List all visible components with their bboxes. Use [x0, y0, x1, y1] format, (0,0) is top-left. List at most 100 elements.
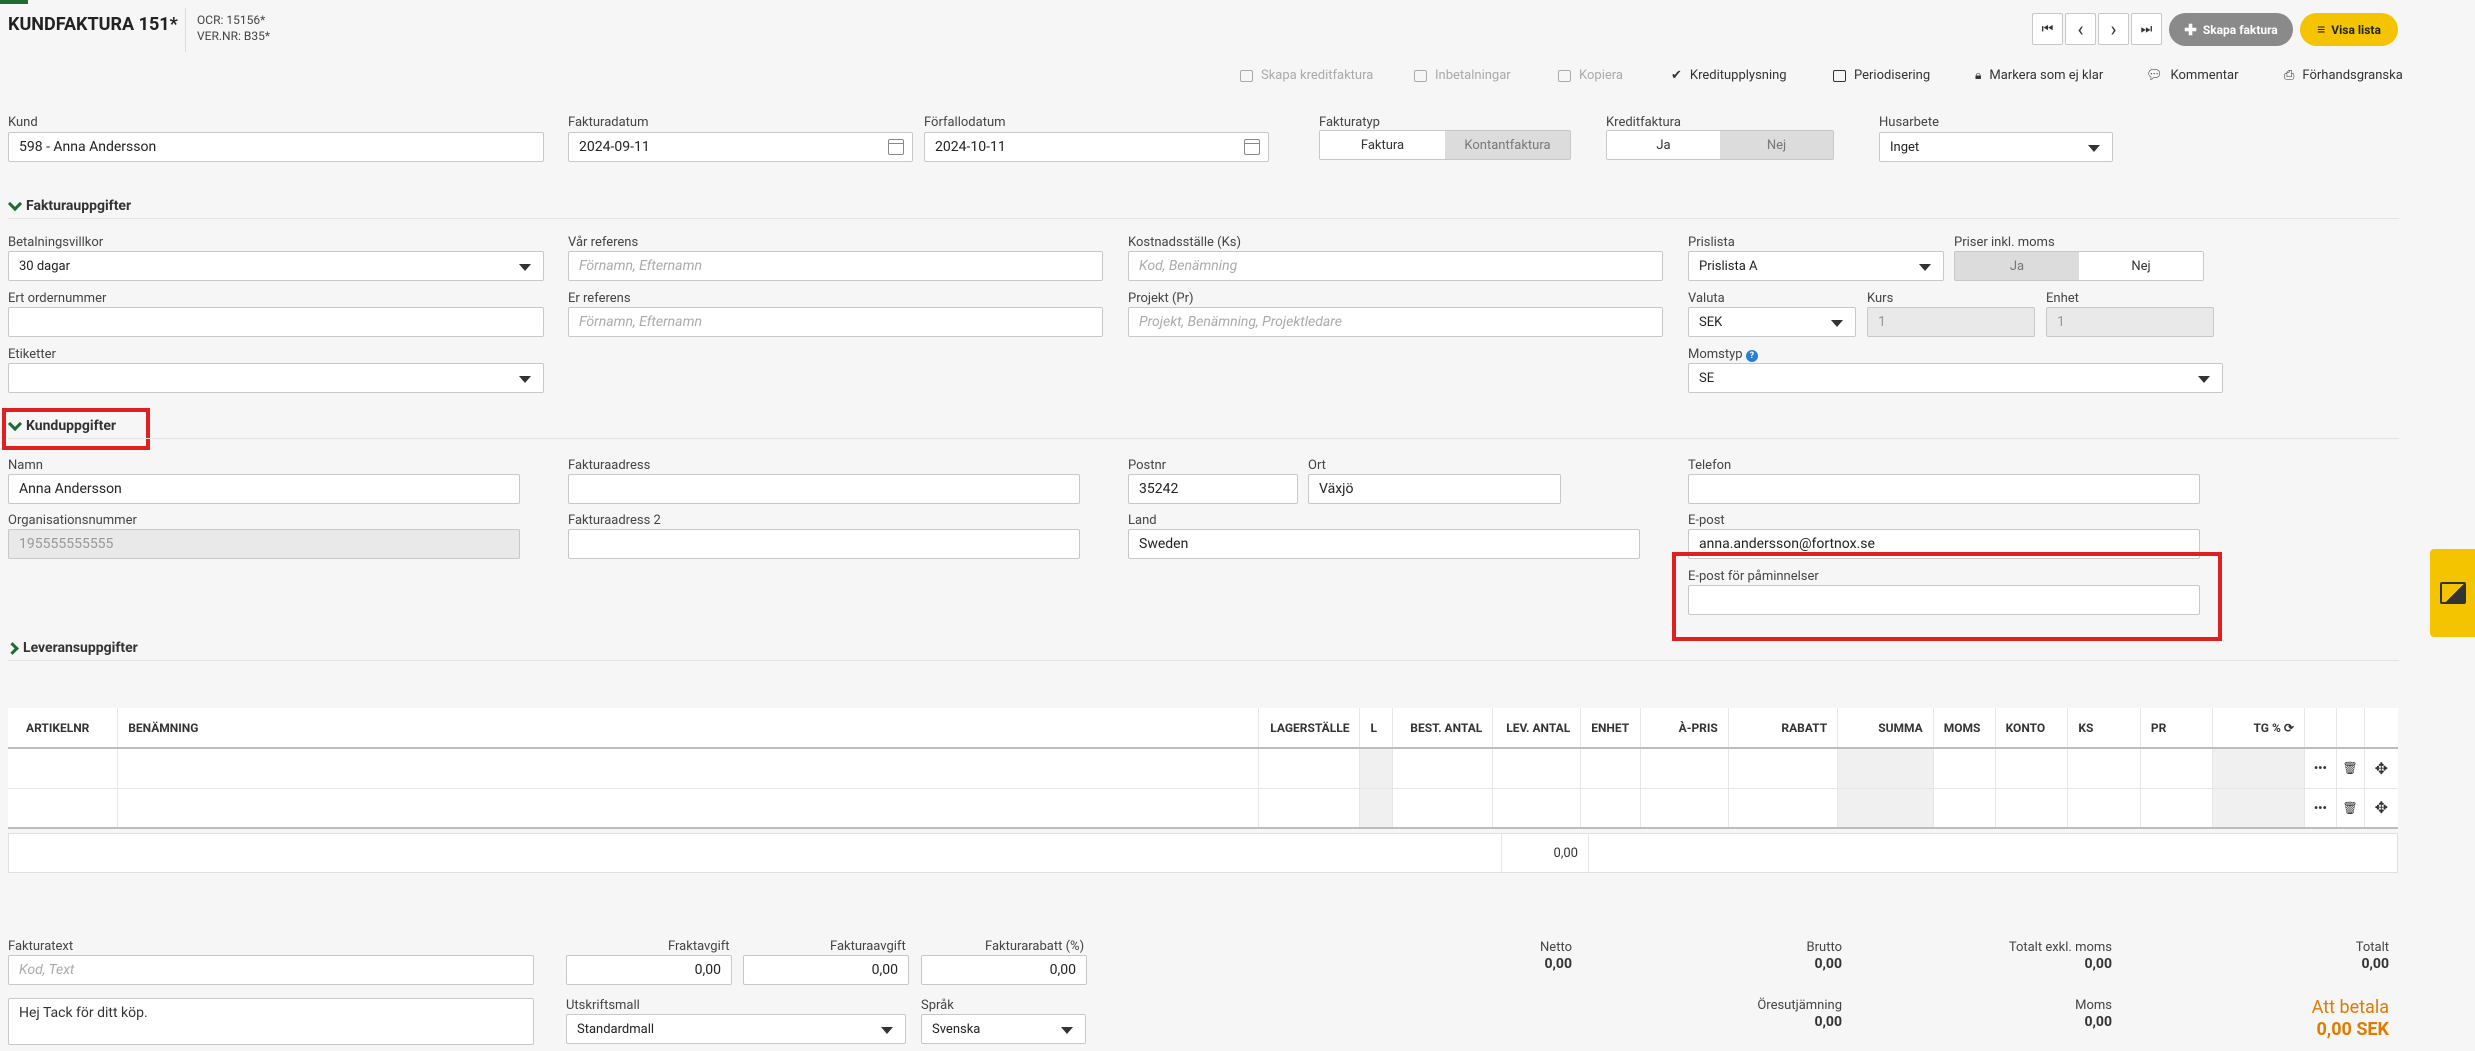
copy-action[interactable]: Kopiera	[1558, 68, 1623, 83]
payments-action[interactable]: Inbetalningar	[1414, 68, 1511, 83]
forfallodatum-input[interactable]: 2024-10-11	[924, 132, 1269, 162]
namn-input[interactable]: Anna Andersson	[8, 474, 520, 504]
kostnadsstalle-input[interactable]: Kod, Benämning	[1128, 251, 1663, 281]
cell[interactable]	[2067, 788, 2141, 829]
kund-input[interactable]: 598 - Anna Andersson	[8, 132, 544, 162]
mark-unready-action[interactable]: 🔒︎ Markera som ej klar	[1975, 68, 2103, 83]
cell[interactable]	[1728, 748, 1839, 789]
move-icon[interactable]: ✥	[2375, 759, 2388, 778]
col-best-antal[interactable]: BEST. ANTAL	[1392, 708, 1494, 749]
move-icon[interactable]: ✥	[2375, 798, 2388, 817]
prislista-select[interactable]: Prislista A	[1688, 251, 1944, 281]
cell[interactable]	[1933, 788, 1996, 829]
col-artikelnr[interactable]: ARTIKELNR	[8, 708, 119, 749]
col-l[interactable]: L	[1359, 708, 1394, 749]
cell[interactable]	[1492, 788, 1582, 829]
cell[interactable]	[1640, 748, 1729, 789]
telefon-input[interactable]	[1688, 474, 2200, 504]
col-konto[interactable]: KONTO	[1995, 708, 2069, 749]
cell[interactable]	[1258, 788, 1361, 829]
col-a-pris[interactable]: À-PRIS	[1640, 708, 1729, 749]
col-benamning[interactable]: BENÄMNING	[117, 708, 1259, 749]
row-menu-cell[interactable]: •••	[2304, 748, 2337, 789]
refresh-icon[interactable]: ⟳	[2284, 721, 2294, 735]
er-referens-input[interactable]: Förnamn, Efternamn	[568, 307, 1103, 337]
priser-inkl-moms-toggle[interactable]: Ja Nej	[1954, 251, 2204, 281]
table-row[interactable]: ••• 🗑︎ ✥	[8, 748, 2398, 789]
periodize-action[interactable]: Periodisering	[1833, 68, 1930, 83]
betalningsvillkor-select[interactable]: 30 dagar	[8, 251, 544, 281]
row-menu-cell[interactable]: •••	[2304, 788, 2337, 829]
momstyp-select[interactable]: SE	[1688, 363, 2223, 393]
cell[interactable]	[1392, 788, 1494, 829]
col-rabatt[interactable]: RABATT	[1728, 708, 1839, 749]
cell[interactable]	[2067, 748, 2141, 789]
fakturauppgifter-section-toggle[interactable]: Fakturauppgifter	[7, 196, 131, 214]
row-delete-cell[interactable]: 🗑︎	[2336, 748, 2365, 789]
leveransuppgifter-section-toggle[interactable]: Leveransuppgifter	[6, 640, 138, 656]
kreditfaktura-ja[interactable]: Ja	[1607, 131, 1720, 159]
table-row[interactable]: ••• 🗑︎ ✥	[8, 788, 2398, 829]
var-referens-input[interactable]: Förnamn, Efternamn	[568, 251, 1103, 281]
calendar-icon[interactable]	[888, 139, 904, 155]
create-invoice-button[interactable]: ✚ Skapa faktura	[2169, 13, 2293, 46]
utskriftsmall-select[interactable]: Standardmall	[566, 1014, 906, 1044]
priser-nej[interactable]: Nej	[2079, 252, 2203, 280]
row-drag-cell[interactable]: ✥	[2364, 788, 2398, 829]
fakturatyp-faktura[interactable]: Faktura	[1320, 131, 1445, 159]
priser-ja[interactable]: Ja	[1955, 252, 2079, 280]
trash-icon[interactable]: 🗑︎	[2343, 801, 2358, 815]
cell[interactable]	[1492, 748, 1582, 789]
row-delete-cell[interactable]: 🗑︎	[2336, 788, 2365, 829]
sprak-select[interactable]: Svenska	[921, 1014, 1086, 1044]
col-moms[interactable]: MOMS	[1933, 708, 1996, 749]
cell[interactable]	[8, 788, 119, 829]
more-icon[interactable]: •••	[2314, 761, 2327, 775]
create-credit-invoice-action[interactable]: Skapa kreditfaktura	[1240, 68, 1373, 83]
cell[interactable]	[2140, 748, 2214, 789]
col-summa[interactable]: SUMMA	[1837, 708, 1934, 749]
comment-action[interactable]: 💬︎ Kommentar	[2146, 68, 2239, 83]
cell[interactable]	[1728, 788, 1839, 829]
land-input[interactable]: Sweden	[1128, 529, 1640, 559]
fraktavgift-input[interactable]: 0,00	[566, 955, 732, 985]
col-ks[interactable]: KS	[2067, 708, 2141, 749]
cell[interactable]	[1258, 748, 1361, 789]
husarbete-select[interactable]: Inget	[1879, 132, 2113, 162]
fakturatext-textarea[interactable]: Hej Tack för ditt köp.	[8, 998, 534, 1045]
first-record-button[interactable]: ⏮	[2032, 13, 2063, 45]
projekt-input[interactable]: Projekt, Benämning, Projektledare	[1128, 307, 1663, 337]
help-icon[interactable]: ?	[1745, 350, 1758, 362]
cell[interactable]	[1580, 788, 1642, 829]
col-tg[interactable]: TG % ⟳	[2212, 708, 2305, 749]
etiketter-select[interactable]	[8, 363, 544, 393]
cell[interactable]	[1392, 748, 1494, 789]
image-panel-tab[interactable]	[2430, 549, 2475, 637]
cell[interactable]	[1995, 788, 2069, 829]
fakturaadress-input[interactable]	[568, 474, 1080, 504]
ert-ordernummer-input[interactable]	[8, 307, 544, 337]
col-pr[interactable]: PR	[2140, 708, 2214, 749]
show-list-button[interactable]: ≡ Visa lista	[2300, 13, 2398, 46]
col-lev-antal[interactable]: LEV. ANTAL	[1492, 708, 1582, 749]
trash-icon[interactable]: 🗑︎	[2343, 761, 2358, 775]
cell[interactable]	[8, 748, 119, 789]
cell[interactable]	[117, 788, 1259, 829]
fakturaavgift-input[interactable]: 0,00	[743, 955, 909, 985]
cell[interactable]	[2140, 788, 2214, 829]
cell[interactable]	[1995, 748, 2069, 789]
row-drag-cell[interactable]: ✥	[2364, 748, 2398, 789]
fakturatyp-toggle[interactable]: Faktura Kontantfaktura	[1319, 130, 1571, 160]
fakturatyp-kontantfaktura[interactable]: Kontantfaktura	[1445, 131, 1570, 159]
last-record-button[interactable]: ⏭	[2131, 13, 2162, 45]
next-record-button[interactable]: ›	[2098, 13, 2129, 45]
kreditfaktura-toggle[interactable]: Ja Nej	[1606, 130, 1834, 160]
col-enhet[interactable]: ENHET	[1580, 708, 1642, 749]
preview-action[interactable]: ⎙ Förhandsgranska	[2284, 68, 2403, 83]
fakturaadress2-input[interactable]	[568, 529, 1080, 559]
postnr-input[interactable]: 35242	[1128, 474, 1298, 504]
fakturatext-input[interactable]: Kod, Text	[8, 955, 534, 985]
more-icon[interactable]: •••	[2314, 801, 2327, 815]
cell[interactable]	[1580, 748, 1642, 789]
cell[interactable]	[1640, 788, 1729, 829]
